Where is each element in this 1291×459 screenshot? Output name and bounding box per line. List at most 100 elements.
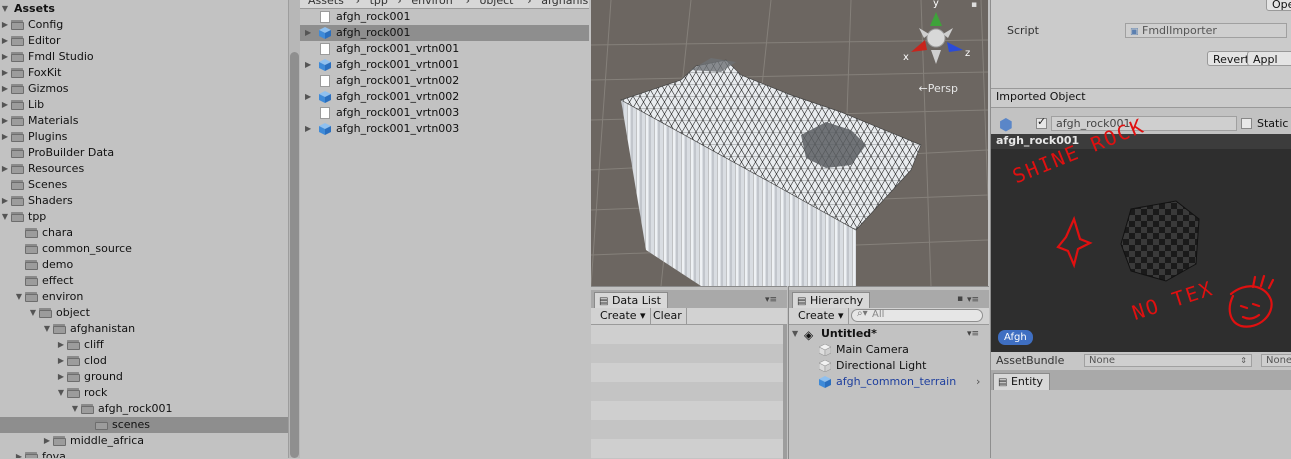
apply-button[interactable]: Appl [1247,51,1291,66]
asset-label-badge[interactable]: Afgh [998,330,1033,345]
file-list-item[interactable]: ▶ afgh_rock001 [300,25,589,41]
chevron-down-icon[interactable]: ▼ [0,209,10,225]
active-checkbox[interactable]: ✓ [1036,115,1047,129]
open-button[interactable]: Ope [1266,0,1291,11]
tree-folder-row[interactable]: ▼ tpp [0,209,288,225]
chevron-right-icon[interactable]: ▶ [56,337,66,353]
tree-scrollbar-thumb[interactable] [290,52,299,458]
tree-folder-row[interactable]: ProBuilder Data [0,145,288,161]
assetbundle-variant-dropdown[interactable]: None [1261,354,1291,367]
chevron-right-icon[interactable]: ▶ [42,433,52,449]
tree-folder-row[interactable]: ▶ clod [0,353,288,369]
tree-folder-row[interactable]: ▶ cliff [0,337,288,353]
asset-preview[interactable]: afgh_rock001 SHINE ROCK NO TEX Afgh [991,113,1291,352]
tree-folder-row[interactable]: ▼ afgh_rock001 [0,401,288,417]
scene-menu-icon[interactable]: ▾≡ [967,326,979,342]
tree-folder-row[interactable]: demo [0,257,288,273]
tree-folder-row[interactable]: common_source [0,241,288,257]
chevron-right-icon[interactable]: ▶ [0,97,10,113]
create-dropdown[interactable]: Create ▾ [794,308,849,324]
panel-menu-icon[interactable]: ▾≡ [967,295,979,305]
chevron-right-icon[interactable]: ▶ [0,129,10,145]
chevron-right-icon[interactable]: ▶ [0,193,10,209]
scene-view[interactable]: y x z ▪ ←Persp [591,0,988,286]
tree-folder-row[interactable]: ▶ Fmdl Studio [0,49,288,65]
tree-root[interactable]: ▼ Assets [0,1,288,17]
file-list-item[interactable]: afgh_rock001 [300,9,589,25]
file-list-item[interactable]: ▶ afgh_rock001_vrtn001 [300,57,589,73]
create-dropdown[interactable]: Create ▾ [596,308,651,324]
tree-folder-row[interactable]: ▶ FoxKit [0,65,288,81]
panel-menu-icon[interactable]: ▾≡ [765,295,777,305]
tree-folder-row[interactable]: ▼ rock [0,385,288,401]
script-field[interactable]: ▣ FmdlImporter [1125,23,1287,38]
tree-folder-row[interactable]: ▶ middle_africa [0,433,288,449]
tree-folder-row[interactable]: ▶ fova [0,449,288,458]
chevron-right-icon[interactable]: ▶ [0,33,10,49]
data-list-rows[interactable] [591,325,787,459]
breadcrumb-item[interactable]: environ [411,0,452,7]
tree-folder-row[interactable]: ▼ afghanistan [0,321,288,337]
chevron-down-icon[interactable]: ▼ [792,326,798,342]
tab-hierarchy[interactable]: ▤ Hierarchy [792,292,871,309]
tree-folder-row[interactable]: ▶ Editor [0,33,288,49]
tree-folder-row[interactable]: ▶ ground [0,369,288,385]
lock-icon[interactable]: ▪ [971,0,977,10]
tab-data-list[interactable]: ▤ Data List [594,292,668,309]
chevron-right-icon[interactable]: › [976,374,980,390]
chevron-down-icon[interactable]: ▼ [42,321,52,337]
static-checkbox[interactable] [1241,118,1252,129]
tree-folder-row[interactable]: ▶ Plugins [0,129,288,145]
file-list-item[interactable]: afgh_rock001_vrtn002 [300,73,589,89]
panel-divider[interactable] [783,325,787,459]
chevron-down-icon[interactable]: ▼ [0,1,10,17]
hierarchy-item[interactable]: Directional Light [789,358,989,374]
file-list-item[interactable]: ▶ afgh_rock001_vrtn003 [300,121,589,137]
file-list-item[interactable]: afgh_rock001_vrtn003 [300,105,589,121]
chevron-down-icon[interactable]: ▼ [70,401,80,417]
tree-folder-row[interactable]: ▶ Materials [0,113,288,129]
assetbundle-dropdown[interactable]: None ⇕ [1084,354,1252,367]
chevron-right-icon[interactable]: ▶ [56,353,66,369]
projection-label[interactable]: ←Persp [919,82,958,95]
tree-folder-row[interactable]: ▶ Resources [0,161,288,177]
chevron-down-icon[interactable]: ▼ [56,385,66,401]
tree-folder-row[interactable]: ▶ Config [0,17,288,33]
tree-folder-row[interactable]: ▼ environ [0,289,288,305]
tree-folder-row[interactable]: chara [0,225,288,241]
chevron-right-icon[interactable]: ▶ [0,81,10,97]
hierarchy-item[interactable]: afgh_common_terrain › [789,374,989,390]
tab-entity[interactable]: ▤ Entity [993,373,1051,390]
hierarchy-item[interactable]: Main Camera [789,342,989,358]
chevron-down-icon[interactable]: ▼ [14,289,24,305]
tree-folder-row[interactable]: ▶ Lib [0,97,288,113]
clear-button[interactable]: Clear [649,308,687,324]
tree-folder-row[interactable]: ▶ Gizmos [0,81,288,97]
breadcrumb-item[interactable]: tpp [370,0,388,7]
chevron-right-icon[interactable]: ▶ [305,121,311,137]
file-list-item[interactable]: ▶ afgh_rock001_vrtn002 [300,89,589,105]
chevron-right-icon[interactable]: ▶ [0,113,10,129]
chevron-right-icon[interactable]: ▶ [0,65,10,81]
lock-icon[interactable]: ▪ [957,294,963,304]
tree-folder-row[interactable]: ▶ Shaders [0,193,288,209]
tree-folder-row[interactable]: Scenes [0,177,288,193]
chevron-right-icon[interactable]: ▶ [14,449,24,458]
chevron-right-icon[interactable]: ▶ [0,161,10,177]
breadcrumb-item[interactable]: afghanistan [541,0,589,7]
chevron-right-icon[interactable]: ▶ [56,369,66,385]
chevron-down-icon[interactable]: ▼ [28,305,38,321]
breadcrumb-item[interactable]: object [480,0,514,7]
chevron-right-icon[interactable]: ▶ [305,25,311,41]
file-list-item[interactable]: afgh_rock001_vrtn001 [300,41,589,57]
hierarchy-search-input[interactable]: ⌕▾ All [851,308,983,322]
tree-folder-row[interactable]: ▼ object [0,305,288,321]
chevron-right-icon[interactable]: ▶ [0,17,10,33]
tree-folder-row[interactable]: scenes [0,417,288,433]
tree-folder-row[interactable]: effect [0,273,288,289]
chevron-right-icon[interactable]: ▶ [0,49,10,65]
chevron-right-icon[interactable]: ▶ [305,89,311,105]
breadcrumb-item[interactable]: Assets [308,0,344,7]
scene-root-row[interactable]: ▼ ◈ Untitled* ▾≡ [789,326,989,342]
chevron-right-icon[interactable]: ▶ [305,57,311,73]
